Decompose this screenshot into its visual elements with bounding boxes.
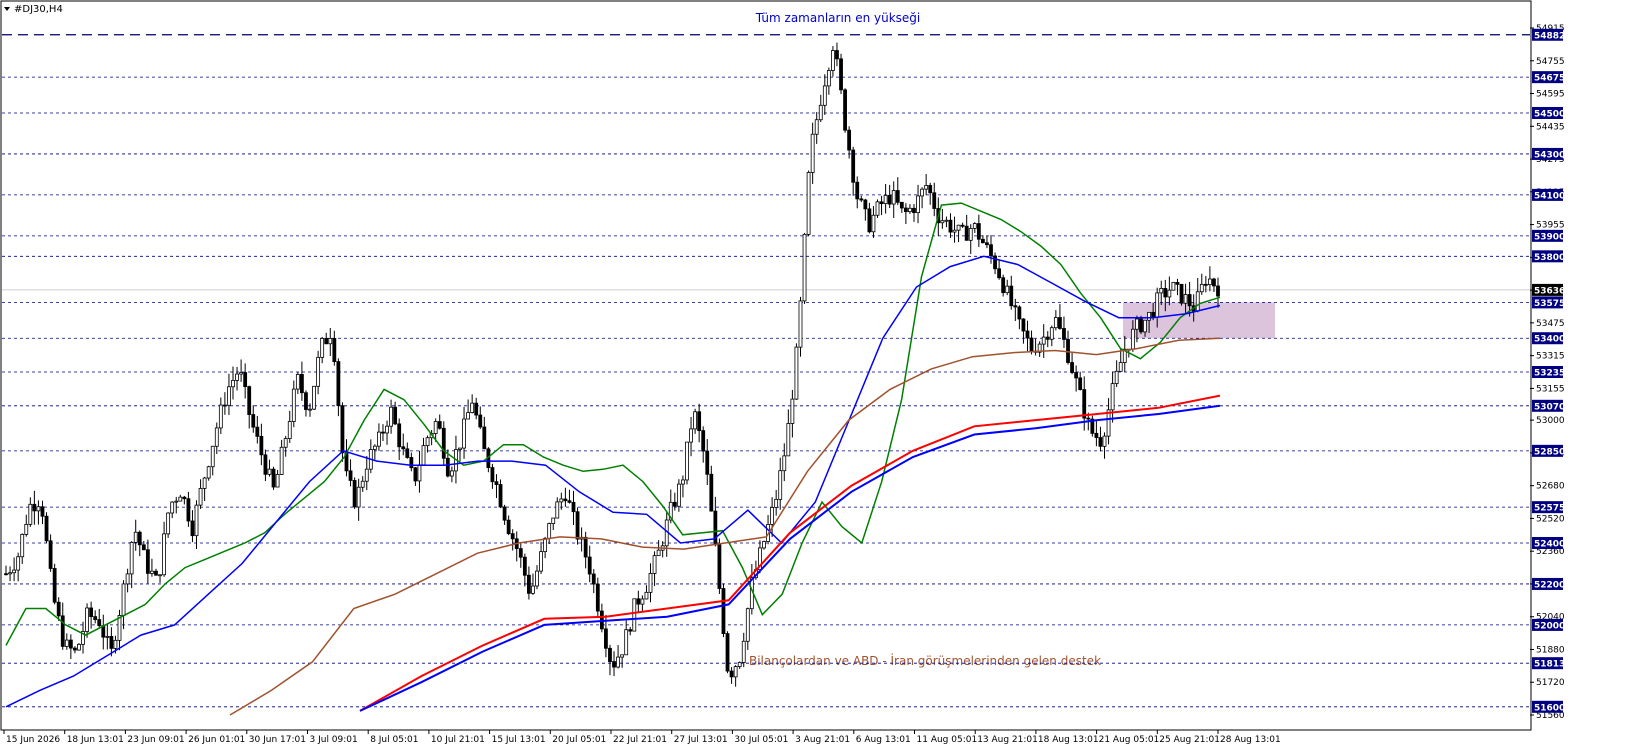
- level-price-badge: 52000: [1532, 618, 1565, 631]
- level-price-badge: 53575: [1532, 296, 1565, 309]
- price-chart[interactable]: #DJ30,H4 Tüm zamanların en yükseği Bilan…: [0, 0, 1652, 748]
- level-price-badge: 52200: [1532, 577, 1565, 590]
- svg-text:51600: 51600: [1534, 703, 1565, 713]
- level-price-badge: 54300: [1532, 147, 1565, 160]
- support-annotation: Bilançolardan ve ABD - İran görüşmelerin…: [749, 653, 1101, 668]
- time-tick-label: 11 Aug 05:01: [917, 735, 978, 745]
- time-tick-label: 20 Jul 05:01: [552, 735, 606, 745]
- price-tick-label: 54595: [1536, 90, 1565, 100]
- time-tick-label: 18 Aug 13:01: [1038, 735, 1099, 745]
- candle: [806, 170, 811, 237]
- time-tick-label: 23 Jun 09:01: [127, 735, 184, 745]
- time-tick-label: 28 Aug 13:01: [1220, 735, 1281, 745]
- time-tick-label: 15 Jun 2026: [6, 735, 60, 745]
- svg-text:54100: 54100: [1534, 191, 1565, 201]
- svg-text:54882: 54882: [1534, 31, 1565, 41]
- candle: [794, 343, 799, 400]
- price-tick-label: 51880: [1536, 645, 1565, 655]
- candle: [839, 53, 843, 95]
- time-tick-label: 25 Aug 21:01: [1159, 735, 1220, 745]
- level-price-badge: 53235: [1532, 366, 1565, 379]
- price-tick-label: 52520: [1536, 514, 1565, 524]
- candle: [802, 232, 807, 304]
- candle: [721, 583, 726, 638]
- price-tick-label: 53475: [1536, 319, 1565, 329]
- candle: [1090, 415, 1095, 437]
- level-price-badge: 52575: [1532, 501, 1565, 514]
- svg-text:52850: 52850: [1534, 447, 1565, 457]
- level-price-badge: 51600: [1532, 700, 1565, 713]
- time-tick-label: 10 Jul 21:01: [431, 735, 485, 745]
- candle: [632, 598, 637, 632]
- time-tick-label: 8 Jul 05:01: [370, 735, 418, 745]
- svg-text:52400: 52400: [1534, 539, 1565, 549]
- candle: [52, 563, 57, 605]
- level-price-badge: 52850: [1532, 444, 1565, 457]
- svg-text:54500: 54500: [1534, 109, 1565, 119]
- time-tick-label: 30 Jul 05:01: [734, 735, 788, 745]
- candle: [312, 385, 316, 411]
- symbol-title: #DJ30,H4: [14, 4, 63, 15]
- time-tick-label: 6 Aug 13:01: [856, 735, 911, 745]
- price-tick-label: 51720: [1536, 678, 1565, 688]
- level-price-badge: 54100: [1532, 188, 1565, 201]
- time-tick-label: 27 Jul 13:01: [674, 735, 728, 745]
- time-tick-label: 3 Jul 09:01: [310, 735, 358, 745]
- time-tick-label: 3 Aug 21:01: [795, 735, 850, 745]
- candle: [352, 477, 357, 509]
- svg-text:54675: 54675: [1534, 74, 1565, 84]
- svg-text:52000: 52000: [1534, 621, 1565, 631]
- time-tick-label: 26 Jun 01:01: [188, 735, 245, 745]
- time-tick-label: 22 Jul 21:01: [613, 735, 667, 745]
- svg-text:51813: 51813: [1534, 660, 1565, 670]
- time-tick-label: 18 Jun 13:01: [67, 735, 124, 745]
- candle: [166, 512, 171, 538]
- candle: [575, 507, 580, 545]
- svg-text:53070: 53070: [1534, 402, 1565, 412]
- candle: [271, 466, 276, 490]
- candle: [1171, 281, 1176, 291]
- candle: [725, 631, 730, 674]
- price-tick-label: 53000: [1536, 416, 1565, 426]
- level-price-badge: 53070: [1532, 399, 1565, 412]
- svg-text:54300: 54300: [1534, 150, 1565, 160]
- price-tick-label: 54435: [1536, 122, 1565, 132]
- svg-text:52575: 52575: [1534, 504, 1565, 514]
- time-tick-label: 15 Jul 13:01: [492, 735, 546, 745]
- svg-text:53636: 53636: [1534, 286, 1565, 296]
- level-price-badge: 54500: [1532, 106, 1565, 119]
- price-tick-label: 53315: [1536, 352, 1565, 362]
- svg-text:53235: 53235: [1534, 369, 1565, 379]
- candle: [1179, 283, 1184, 306]
- candle: [44, 512, 49, 544]
- level-price-badge: 54675: [1532, 71, 1565, 84]
- svg-text:53800: 53800: [1534, 253, 1565, 263]
- price-tick-label: 53955: [1536, 221, 1565, 231]
- svg-text:52200: 52200: [1534, 580, 1565, 590]
- time-tick-label: 21 Aug 05:01: [1099, 735, 1160, 745]
- price-tick-label: 52680: [1536, 482, 1565, 492]
- svg-text:53900: 53900: [1534, 232, 1565, 242]
- candle: [843, 88, 847, 133]
- candle: [685, 441, 689, 485]
- all-time-high-annotation: Tüm zamanların en yükseği: [755, 11, 921, 25]
- candle: [875, 199, 880, 218]
- level-price-badge: 53800: [1532, 250, 1565, 263]
- level-price-badge: 52400: [1532, 536, 1565, 549]
- time-tick-label: 30 Jun 17:01: [249, 735, 306, 745]
- level-price-badge: 51813: [1532, 657, 1565, 670]
- svg-text:53400: 53400: [1534, 335, 1565, 345]
- level-price-badge: 53400: [1532, 332, 1565, 345]
- candle: [717, 538, 722, 594]
- svg-text:53575: 53575: [1534, 299, 1565, 309]
- level-price-badge: 54882: [1532, 28, 1565, 41]
- level-price-badge: 53900: [1532, 229, 1565, 242]
- price-tick-label: 54755: [1536, 57, 1565, 67]
- price-tick-label: 53155: [1536, 384, 1565, 394]
- current-price-badge: 53636: [1532, 283, 1565, 296]
- candle: [77, 643, 81, 651]
- time-tick-label: 13 Aug 21:01: [977, 735, 1038, 745]
